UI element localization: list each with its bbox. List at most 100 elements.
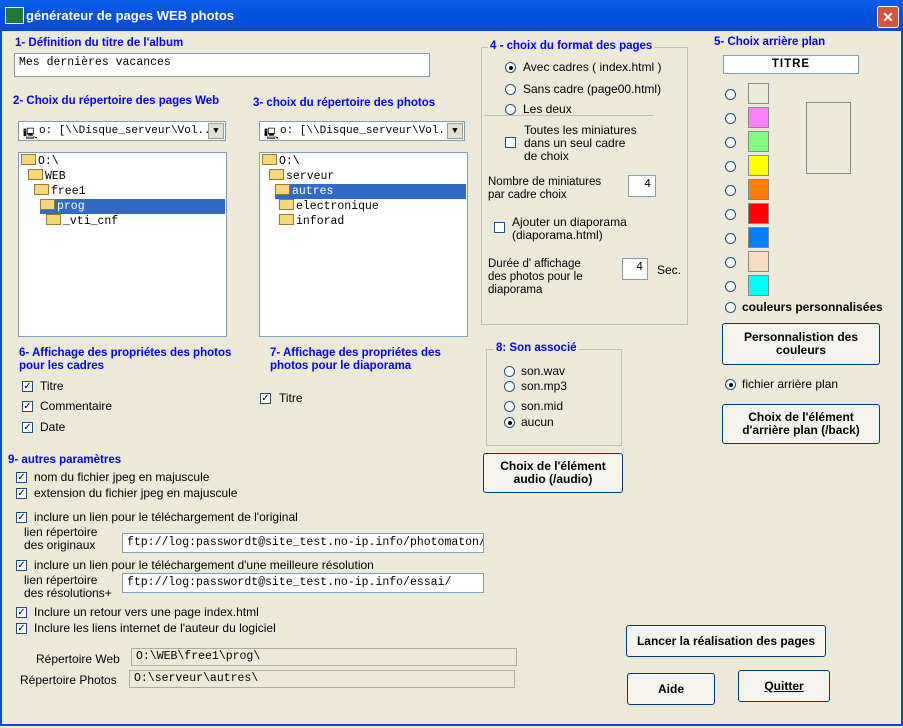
close-button[interactable]: ✕ <box>877 6 899 28</box>
aucun-radio[interactable] <box>504 417 515 428</box>
nb-miniatures-label-1: Nombre de miniatures <box>488 176 602 188</box>
color-swatch[interactable] <box>748 251 769 272</box>
tree-item[interactable]: O:\ <box>262 154 300 169</box>
lien-originaux-input[interactable]: ftp://log:passwordt@site_test.no-ip.info… <box>122 533 484 553</box>
repertoire-photos-field: O:\serveur\autres\ <box>129 670 515 688</box>
fichier-arriere-plan-radio[interactable] <box>725 379 736 390</box>
retour-index-checkbox[interactable]: ✓ <box>16 607 27 618</box>
couleurs-perso-label: couleurs personnalisées <box>742 300 883 314</box>
tree-item[interactable]: serveur <box>269 169 334 184</box>
duree-input[interactable]: 4 <box>622 258 648 280</box>
color-swatch[interactable] <box>748 107 769 128</box>
chevron-down-icon[interactable]: ▼ <box>208 123 224 139</box>
section7-heading-1: 7- Affichage des propriétes des <box>270 347 441 359</box>
color-radio[interactable] <box>725 113 736 124</box>
button-label: couleurs <box>775 343 826 357</box>
lien-original-checkbox[interactable]: ✓ <box>16 512 27 523</box>
tree-item-selected[interactable]: prog <box>40 199 225 214</box>
avec-cadres-radio[interactable] <box>505 62 516 73</box>
color-preview <box>806 102 851 174</box>
tree-item[interactable]: inforad <box>279 214 344 229</box>
commentaire-checkbox[interactable]: ✓ <box>22 401 33 412</box>
button-label: d'arrière plan (/back) <box>742 423 860 437</box>
color-radio[interactable] <box>725 185 736 196</box>
color-radio[interactable] <box>725 161 736 172</box>
color-swatch[interactable] <box>748 275 769 296</box>
aucun-label: aucun <box>521 415 554 429</box>
lien-resolution-checkbox[interactable]: ✓ <box>16 560 27 571</box>
quitter-button[interactable]: Quitter <box>738 670 830 702</box>
les-deux-radio[interactable] <box>505 104 516 115</box>
color-swatch[interactable] <box>748 203 769 224</box>
miniatures-checkbox[interactable] <box>505 137 516 148</box>
lien-resolutions-label-1: lien répertoire <box>24 573 98 587</box>
tree-item[interactable]: _vti_cnf <box>46 214 118 229</box>
color-swatch[interactable] <box>748 83 769 104</box>
nb-miniatures-input[interactable]: 4 <box>628 175 656 197</box>
son-wav-radio[interactable] <box>504 366 515 377</box>
album-title-input[interactable]: Mes dernières vacances <box>14 53 430 77</box>
folder-icon <box>279 199 294 210</box>
miniatures-label-3: de choix <box>524 149 569 163</box>
nom-majuscule-label: nom du fichier jpeg en majuscule <box>34 470 210 484</box>
tree-item[interactable]: O:\ <box>21 154 59 169</box>
tree-item-label: O:\ <box>279 155 300 168</box>
titre-diaporama-checkbox[interactable]: ✓ <box>260 393 271 404</box>
aide-button[interactable]: Aide <box>627 673 715 705</box>
commentaire-label: Commentaire <box>40 399 113 413</box>
section7-heading-2: photos pour le diaporama <box>270 360 412 372</box>
liens-auteur-checkbox[interactable]: ✓ <box>16 623 27 634</box>
son-mp3-radio[interactable] <box>504 381 515 392</box>
color-radio[interactable] <box>725 233 736 244</box>
folder-icon <box>21 154 36 165</box>
son-mid-radio[interactable] <box>504 401 515 412</box>
tree-item-label: autres <box>292 185 334 198</box>
web-drive-select[interactable]: 🖳 o: [\\Disque_serveur\Vol...] ▼ <box>18 121 226 141</box>
tree-item[interactable]: WEB <box>28 169 66 184</box>
diaporama-checkbox[interactable] <box>494 222 505 233</box>
nom-majuscule-checkbox[interactable]: ✓ <box>16 472 27 483</box>
titre-cadres-label: Titre <box>40 379 64 393</box>
section4-heading: 4 - choix du format des pages <box>488 40 655 52</box>
photo-folder-tree[interactable]: O:\ serveur autres electronique inforad <box>259 152 468 337</box>
sans-cadre-label: Sans cadre (page00.html) <box>523 82 662 96</box>
tree-item-selected[interactable]: autres <box>275 184 466 199</box>
tree-item[interactable]: free1 <box>34 184 86 199</box>
date-checkbox[interactable]: ✓ <box>22 422 33 433</box>
sans-cadre-radio[interactable] <box>505 84 516 95</box>
choix-audio-button[interactable]: Choix de l'élément audio (/audio) <box>483 453 623 493</box>
app-icon <box>5 7 24 24</box>
color-swatch[interactable] <box>748 179 769 200</box>
duree-label-1: Durée d' affichage <box>488 258 581 270</box>
section1-heading: 1- Définition du titre de l'album <box>15 37 184 49</box>
folder-icon <box>34 184 49 195</box>
tree-item-label: prog <box>57 200 85 213</box>
color-radio[interactable] <box>725 281 736 292</box>
tree-item-label: O:\ <box>38 155 59 168</box>
ext-majuscule-checkbox[interactable]: ✓ <box>16 488 27 499</box>
tree-item[interactable]: electronique <box>279 199 379 214</box>
color-radio[interactable] <box>725 209 736 220</box>
titre-cadres-checkbox[interactable]: ✓ <box>22 381 33 392</box>
folder-icon <box>28 169 43 180</box>
color-radio[interactable] <box>725 257 736 268</box>
lien-resolutions-label-2: des résolutions+ <box>24 586 112 600</box>
couleurs-perso-radio[interactable] <box>725 302 736 313</box>
folder-icon <box>279 214 294 225</box>
ext-majuscule-label: extension du fichier jpeg en majuscule <box>34 486 238 500</box>
web-folder-tree[interactable]: O:\ WEB free1 prog _vti_cnf <box>18 152 227 337</box>
section6-heading-1: 6- Affichage des propriétes des photos <box>19 347 232 359</box>
lien-resolutions-input[interactable]: ftp://log:passwordt@site_test.no-ip.info… <box>122 573 484 593</box>
color-swatch[interactable] <box>748 131 769 152</box>
photo-drive-select[interactable]: 🖳 o: [\\Disque_serveur\Vol...] ▼ <box>259 121 465 141</box>
chevron-down-icon[interactable]: ▼ <box>447 123 463 139</box>
color-swatch[interactable] <box>748 155 769 176</box>
color-radio[interactable] <box>725 137 736 148</box>
color-radio[interactable] <box>725 89 736 100</box>
lien-originaux-label-1: lien répertoire <box>24 525 98 539</box>
lancer-button[interactable]: Lancer la réalisation des pages <box>626 625 826 657</box>
color-swatch[interactable] <box>748 227 769 248</box>
choix-arriere-plan-button[interactable]: Choix de l'élément d'arrière plan (/back) <box>722 404 880 444</box>
personnalisation-button[interactable]: Personnalistion des couleurs <box>722 323 880 365</box>
son-wav-label: son.wav <box>521 364 566 378</box>
